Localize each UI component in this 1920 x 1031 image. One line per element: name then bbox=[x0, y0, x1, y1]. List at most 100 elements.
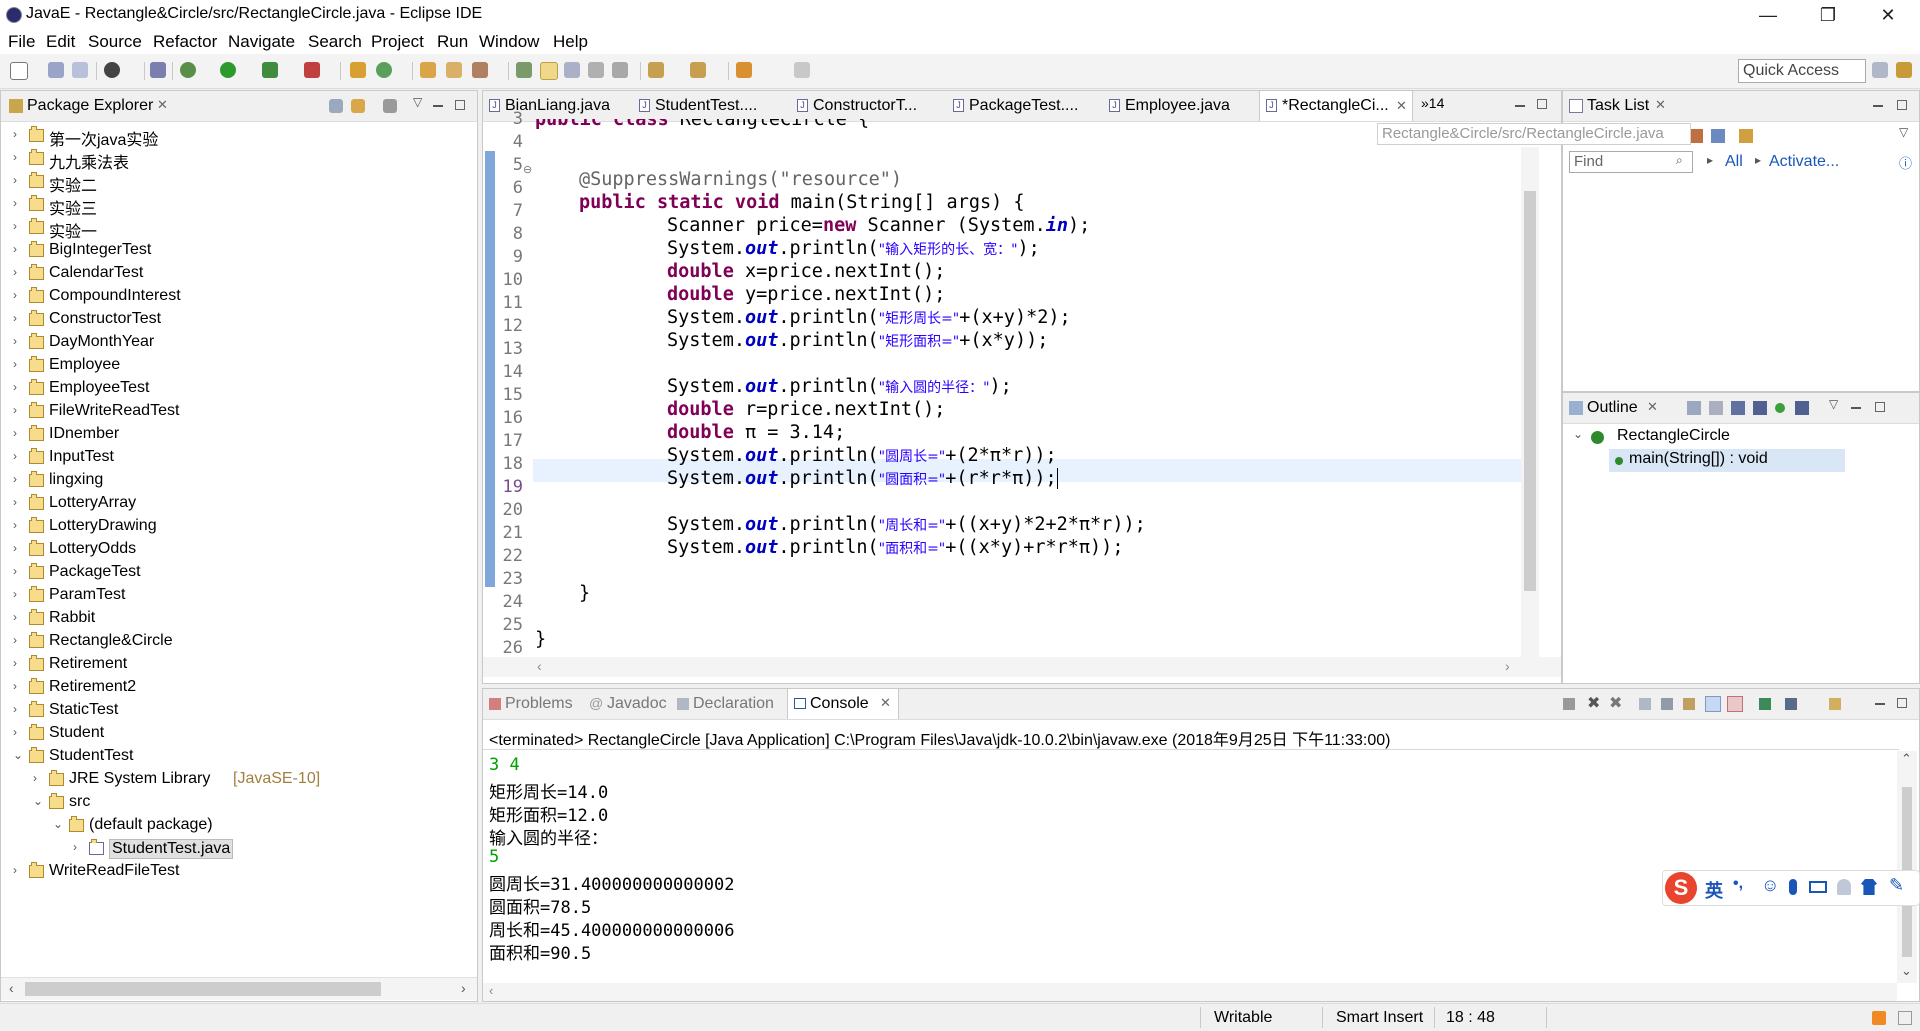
editor-horizontal-scrollbar[interactable]: ‹ › bbox=[483, 657, 1561, 677]
scroll-left-icon[interactable]: ‹ bbox=[9, 980, 14, 996]
tab-javadoc[interactable]: Javadoc bbox=[607, 695, 667, 713]
skip-breakpoints-icon[interactable] bbox=[150, 62, 166, 78]
wrench-icon[interactable]: ✎ bbox=[1889, 875, 1904, 896]
scroll-down-icon[interactable]: ⌄ bbox=[1901, 963, 1912, 979]
tree-item[interactable]: › Retirement bbox=[1, 654, 477, 677]
close-button[interactable]: ✕ bbox=[1860, 0, 1916, 30]
chevron-right-icon[interactable]: › bbox=[13, 449, 17, 463]
tree-item[interactable]: › DayMonthYear bbox=[1, 332, 477, 355]
chevron-down-icon[interactable]: ⌄ bbox=[33, 794, 43, 808]
keyboard-icon[interactable] bbox=[1809, 881, 1827, 893]
emoji-icon[interactable]: ☺ bbox=[1761, 875, 1779, 896]
chevron-right-icon[interactable]: › bbox=[13, 587, 17, 601]
tree-item[interactable]: › LotteryOdds bbox=[1, 539, 477, 562]
all-link[interactable]: All bbox=[1725, 153, 1743, 171]
minimize-view-icon[interactable] bbox=[1875, 703, 1885, 705]
fold-toggle-icon[interactable]: ⊖ bbox=[523, 163, 532, 176]
tree-item[interactable]: › BigIntegerTest bbox=[1, 240, 477, 263]
hide-local-types-icon[interactable] bbox=[1795, 401, 1809, 415]
maximize-view-icon[interactable] bbox=[1897, 698, 1907, 708]
tree-item[interactable]: › Rectangle&Circle bbox=[1, 631, 477, 654]
link-with-editor-icon[interactable] bbox=[351, 99, 365, 113]
chevron-right-icon[interactable]: › bbox=[13, 564, 17, 578]
chevron-down-icon[interactable]: ▽ bbox=[1829, 397, 1838, 411]
help-icon[interactable]: ⓘ bbox=[1899, 153, 1912, 172]
ime-punctuation-toggle[interactable]: •, bbox=[1733, 875, 1743, 893]
chevron-right-icon[interactable]: › bbox=[13, 426, 17, 440]
forward-icon[interactable] bbox=[794, 62, 810, 78]
chevron-down-icon[interactable]: ⌄ bbox=[1573, 427, 1583, 441]
java-perspective-icon[interactable] bbox=[1896, 62, 1912, 78]
tree-item[interactable]: ⌄ StudentTest bbox=[1, 746, 477, 769]
minimize-button[interactable]: — bbox=[1740, 0, 1796, 30]
scroll-right-icon[interactable]: › bbox=[1505, 658, 1510, 674]
chevron-right-icon[interactable]: › bbox=[13, 541, 17, 555]
open-console-icon[interactable] bbox=[1829, 698, 1841, 710]
chevron-right-icon[interactable]: › bbox=[13, 219, 17, 233]
tree-item[interactable]: › 实验二 bbox=[1, 171, 477, 195]
chevron-down-icon[interactable]: ⌄ bbox=[53, 817, 63, 831]
view-menu-icon[interactable] bbox=[383, 99, 397, 113]
menu-navigate[interactable]: Navigate bbox=[228, 32, 295, 52]
word-wrap-icon[interactable] bbox=[1683, 698, 1695, 710]
tree-item[interactable]: › Student bbox=[1, 723, 477, 746]
close-tab-icon[interactable]: ✕ bbox=[880, 695, 891, 711]
tab-declaration[interactable]: Declaration bbox=[693, 695, 774, 713]
microphone-icon[interactable] bbox=[1789, 879, 1797, 895]
close-view-icon[interactable]: ✕ bbox=[1655, 97, 1666, 113]
next-annotation-icon[interactable] bbox=[648, 62, 664, 78]
external-tools-icon[interactable] bbox=[304, 62, 320, 78]
chevron-right-icon[interactable]: › bbox=[13, 725, 17, 739]
editor-scrollbar-thumb[interactable] bbox=[1524, 191, 1536, 591]
hide-static-icon[interactable] bbox=[1753, 401, 1767, 415]
menu-run[interactable]: Run bbox=[437, 32, 468, 52]
quick-access-field[interactable]: Quick Access bbox=[1738, 59, 1866, 83]
maximize-view-icon[interactable] bbox=[455, 100, 465, 110]
chevron-right-icon[interactable]: › bbox=[73, 840, 77, 854]
close-view-icon[interactable]: ✕ bbox=[157, 97, 168, 113]
chevron-down-icon[interactable]: ⌄ bbox=[13, 748, 23, 762]
search-icon[interactable]: ⌕ bbox=[1676, 153, 1683, 168]
run-icon[interactable] bbox=[220, 62, 236, 78]
tree-item[interactable]: › ConstructorTest bbox=[1, 309, 477, 332]
menu-refactor[interactable]: Refactor bbox=[153, 32, 217, 52]
save-all-icon[interactable] bbox=[72, 62, 88, 78]
tree-item[interactable]: › LotteryArray bbox=[1, 493, 477, 516]
maximize-editor-icon[interactable] bbox=[1537, 99, 1547, 109]
code-area[interactable]: public class RectangleCircle { @Suppress… bbox=[535, 119, 1535, 655]
tab-studenttest[interactable]: J StudentTest.... bbox=[633, 91, 783, 121]
chevron-right-icon[interactable]: › bbox=[13, 610, 17, 624]
tab-problems[interactable]: Problems bbox=[505, 695, 573, 713]
tree-item[interactable]: › Employee bbox=[1, 355, 477, 378]
pilcrow-icon[interactable] bbox=[612, 62, 628, 78]
notifications-icon[interactable] bbox=[1898, 1011, 1912, 1025]
toggle-block-icon[interactable] bbox=[564, 62, 580, 78]
tree-item[interactable]: › 第一次java实验 bbox=[1, 125, 477, 149]
back-icon[interactable] bbox=[736, 62, 752, 78]
task-list-title[interactable]: Task List bbox=[1587, 97, 1649, 115]
chevron-right-icon[interactable]: › bbox=[13, 173, 17, 187]
console-vertical-scrollbar[interactable]: ⌃ ⌄ bbox=[1897, 751, 1917, 983]
remove-launch-icon[interactable]: ✖ bbox=[1587, 693, 1600, 713]
minimize-editor-icon[interactable] bbox=[1515, 105, 1525, 107]
tree-item[interactable]: › PackageTest bbox=[1, 562, 477, 585]
menu-help[interactable]: Help bbox=[553, 32, 588, 52]
minimize-view-icon[interactable] bbox=[1873, 105, 1883, 107]
scrollbar-thumb[interactable] bbox=[25, 982, 381, 996]
save-icon[interactable] bbox=[48, 62, 64, 78]
status-insert-mode[interactable]: Smart Insert bbox=[1336, 1009, 1423, 1027]
outline-method[interactable]: main(String[]) : void bbox=[1629, 450, 1768, 468]
tree-item[interactable]: › IDnember bbox=[1, 424, 477, 447]
tree-item[interactable]: › CompoundInterest bbox=[1, 286, 477, 309]
tree-item[interactable]: › JRE System Library [JavaSE-10] bbox=[1, 769, 477, 792]
menu-window[interactable]: Window bbox=[479, 32, 539, 52]
breadcrumb[interactable]: Rectangle&Circle/src/RectangleCircle.jav… bbox=[1377, 123, 1691, 145]
outline-class[interactable]: RectangleCircle bbox=[1617, 427, 1730, 445]
new-java-project-icon[interactable] bbox=[350, 62, 366, 78]
skin-icon[interactable] bbox=[1861, 879, 1877, 895]
toggle-highlight-icon[interactable] bbox=[540, 62, 558, 80]
hide-nonpublic-icon[interactable] bbox=[1775, 403, 1785, 413]
tree-item[interactable]: › lingxing bbox=[1, 470, 477, 493]
rss-feed-icon[interactable] bbox=[1872, 1011, 1886, 1025]
tree-item[interactable]: › InputTest bbox=[1, 447, 477, 470]
